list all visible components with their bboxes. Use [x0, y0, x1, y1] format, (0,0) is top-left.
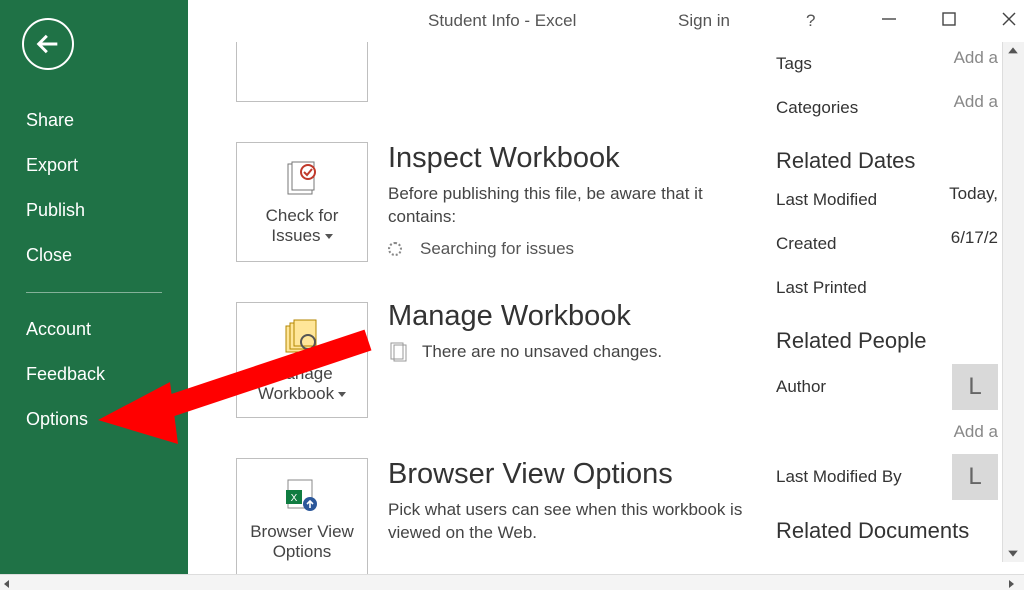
- check-issues-label-2: Issues: [271, 226, 332, 245]
- check-issues-label-1: Check for: [266, 206, 339, 225]
- related-docs-heading: Related Documents: [776, 518, 998, 544]
- sidebar-item-share[interactable]: Share: [0, 98, 188, 143]
- lastmodby-avatar[interactable]: L: [952, 454, 998, 500]
- info-panel: Tags Add a Categories Add a Related Date…: [776, 42, 998, 574]
- lastmod-value: Today,: [949, 184, 998, 216]
- browser-view-icon: X: [278, 474, 326, 516]
- author-label: Author: [776, 371, 826, 403]
- spinner-icon: [388, 242, 402, 256]
- manage-desc: There are no unsaved changes.: [422, 342, 662, 362]
- sidebar-item-account[interactable]: Account: [0, 307, 188, 352]
- inspect-searching: Searching for issues: [420, 239, 574, 259]
- categories-label: Categories: [776, 92, 858, 124]
- inspect-title: Inspect Workbook: [388, 142, 768, 175]
- sidebar-separator: [26, 292, 162, 293]
- scroll-down-icon[interactable]: [1003, 544, 1023, 562]
- tags-value[interactable]: Add a: [954, 48, 998, 80]
- vertical-scrollbar[interactable]: [1002, 42, 1024, 562]
- backstage-main: Check forIssues Inspect Workbook Before …: [188, 42, 998, 574]
- browser-view-options-button[interactable]: X Browser ViewOptions: [236, 458, 368, 578]
- sidebar-item-feedback[interactable]: Feedback: [0, 352, 188, 397]
- sidebar-item-export[interactable]: Export: [0, 143, 188, 188]
- browser-desc: Pick what users can see when this workbo…: [388, 499, 768, 545]
- tags-label: Tags: [776, 48, 812, 80]
- sidebar-item-publish[interactable]: Publish: [0, 188, 188, 233]
- back-button[interactable]: [22, 18, 74, 70]
- scroll-left-icon[interactable]: [2, 576, 18, 590]
- manage-label-2: Workbook: [258, 384, 346, 403]
- window-title: Student Info - Excel: [428, 11, 576, 31]
- close-window-button[interactable]: [998, 8, 1020, 30]
- help-button[interactable]: ?: [806, 11, 815, 31]
- lastmod-label: Last Modified: [776, 184, 877, 216]
- sidebar-item-close[interactable]: Close: [0, 233, 188, 278]
- scroll-up-icon[interactable]: [1003, 42, 1023, 60]
- card-protect-partial[interactable]: [236, 42, 368, 102]
- created-value: 6/17/2: [951, 228, 998, 260]
- horizontal-scrollbar[interactable]: [0, 574, 1024, 590]
- related-dates-heading: Related Dates: [776, 148, 998, 174]
- lastprint-label: Last Printed: [776, 272, 867, 304]
- created-label: Created: [776, 228, 836, 260]
- manage-workbook-icon: [278, 316, 326, 358]
- check-issues-icon: [278, 158, 326, 200]
- document-icon: [388, 341, 410, 363]
- signin-link[interactable]: Sign in: [678, 11, 730, 31]
- author-avatar[interactable]: L: [952, 364, 998, 410]
- add-author[interactable]: Add a: [954, 422, 998, 442]
- inspect-desc: Before publishing this file, be aware th…: [388, 183, 768, 229]
- related-people-heading: Related People: [776, 328, 998, 354]
- manage-title: Manage Workbook: [388, 300, 768, 333]
- maximize-button[interactable]: [938, 8, 960, 30]
- lastmodby-label: Last Modified By: [776, 461, 902, 493]
- categories-value[interactable]: Add a: [954, 92, 998, 124]
- browser-label-2: Options: [273, 542, 332, 561]
- check-for-issues-button[interactable]: Check forIssues: [236, 142, 368, 262]
- svg-text:X: X: [291, 493, 298, 504]
- scroll-right-icon[interactable]: [1006, 576, 1022, 590]
- minimize-button[interactable]: [878, 8, 900, 30]
- manage-workbook-button[interactable]: ManageWorkbook: [236, 302, 368, 418]
- sidebar-item-options[interactable]: Options: [0, 397, 188, 442]
- backstage-sidebar: Share Export Publish Close Account Feedb…: [0, 0, 188, 574]
- browser-title: Browser View Options: [388, 458, 768, 491]
- manage-label-1: Manage: [271, 364, 332, 383]
- browser-label-1: Browser View: [250, 522, 354, 541]
